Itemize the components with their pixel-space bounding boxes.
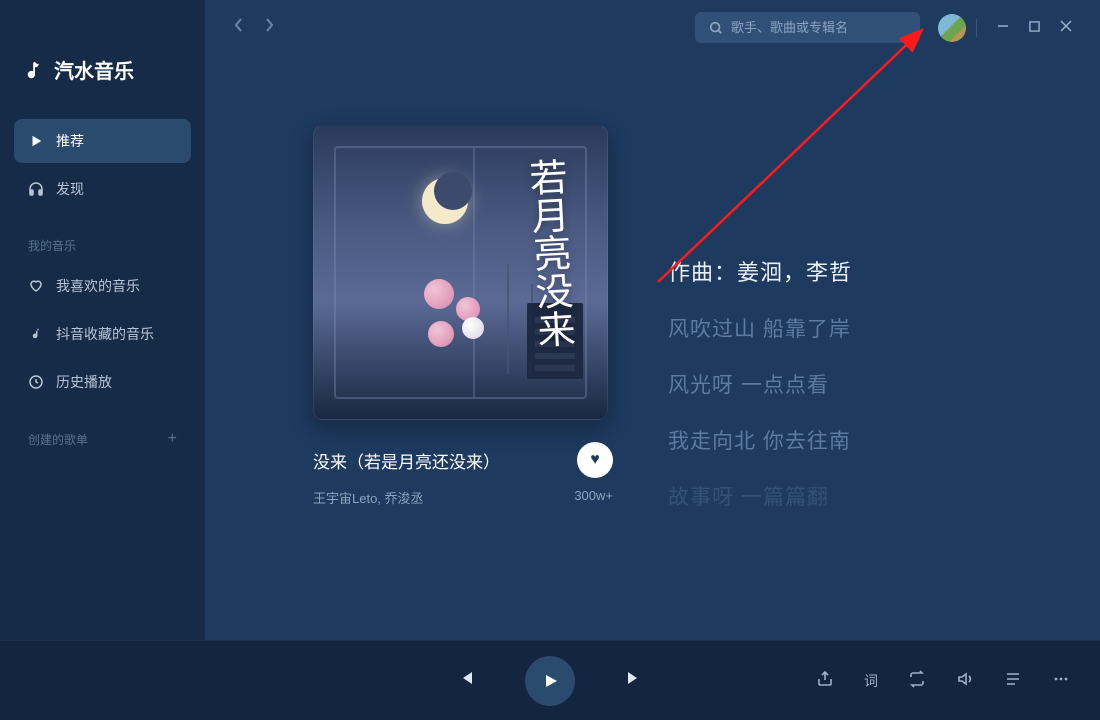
divider <box>976 19 977 37</box>
play-icon <box>28 133 44 149</box>
heart-icon <box>28 278 44 294</box>
main-content: 若月亮没来 没来（若是月亮还没来） ♥ 王宇宙Leto, 乔浚丞 300w+ 作… <box>205 55 1100 640</box>
play-button[interactable] <box>525 656 575 706</box>
avatar[interactable] <box>938 14 966 42</box>
next-button[interactable] <box>625 669 643 692</box>
note-icon <box>28 326 44 342</box>
sidebar-item-label: 抖音收藏的音乐 <box>56 324 154 344</box>
topbar <box>205 0 1100 55</box>
maximize-button[interactable] <box>1019 13 1050 43</box>
search-icon <box>709 21 723 35</box>
album-area: 若月亮没来 没来（若是月亮还没来） ♥ 王宇宙Leto, 乔浚丞 300w+ <box>313 125 613 640</box>
song-plays: 300w+ <box>574 488 613 507</box>
search-box[interactable] <box>695 12 920 43</box>
back-button[interactable] <box>233 17 245 38</box>
sidebar-item-label: 历史播放 <box>56 372 112 392</box>
lyrics-button[interactable]: 词 <box>864 671 878 691</box>
song-title: 没来（若是月亮还没来） <box>313 448 500 473</box>
lyric-line[interactable]: 风吹过山 船靠了岸 <box>668 313 852 343</box>
more-button[interactable] <box>1052 670 1070 691</box>
add-playlist-button[interactable]: + <box>168 430 177 448</box>
headphones-icon <box>28 181 44 197</box>
sidebar: 汽水音乐 推荐 发现 我的音乐 我喜欢的音乐 抖音收藏的音乐 历史播放 创建的歌… <box>0 0 205 640</box>
lyric-line[interactable]: 我走向北 你去往南 <box>668 425 852 455</box>
section-playlist-head: 创建的歌单 + <box>14 408 191 458</box>
section-mymusic-title: 我的音乐 <box>14 215 191 264</box>
app-name: 汽水音乐 <box>54 55 134 84</box>
lyric-line[interactable]: 风光呀 一点点看 <box>668 369 852 399</box>
song-artist[interactable]: 王宇宙Leto, 乔浚丞 <box>313 488 424 507</box>
forward-button[interactable] <box>263 17 275 38</box>
search-input[interactable] <box>731 20 907 35</box>
sidebar-item-label: 我喜欢的音乐 <box>56 276 140 296</box>
lyric-line[interactable]: 故事呀 一篇篇翻 <box>668 481 852 511</box>
queue-button[interactable] <box>1004 670 1022 691</box>
close-button[interactable] <box>1050 13 1082 43</box>
right-controls: 词 <box>816 670 1070 691</box>
prev-button[interactable] <box>457 669 475 692</box>
volume-button[interactable] <box>956 670 974 691</box>
playback-controls <box>457 656 643 706</box>
repeat-button[interactable] <box>908 670 926 691</box>
sidebar-item-label: 发现 <box>56 179 84 199</box>
song-meta: 王宇宙Leto, 乔浚丞 300w+ <box>313 488 613 507</box>
song-title-row: 没来（若是月亮还没来） ♥ <box>313 442 613 478</box>
share-button[interactable] <box>816 670 834 691</box>
sidebar-item-douyin[interactable]: 抖音收藏的音乐 <box>14 312 191 356</box>
sidebar-item-label: 推荐 <box>56 131 84 151</box>
sidebar-item-history[interactable]: 历史播放 <box>14 360 191 404</box>
nav-arrows <box>233 17 275 38</box>
lyrics-panel: 作曲：姜洄，李哲 风吹过山 船靠了岸 风光呀 一点点看 我走向北 你去往南 故事… <box>668 125 852 640</box>
heart-filled-icon: ♥ <box>590 451 600 469</box>
logo-icon <box>24 59 46 81</box>
clock-icon <box>28 374 44 390</box>
minimize-button[interactable] <box>987 13 1019 43</box>
app-logo: 汽水音乐 <box>14 0 191 119</box>
like-button[interactable]: ♥ <box>577 442 613 478</box>
sidebar-item-liked[interactable]: 我喜欢的音乐 <box>14 264 191 308</box>
lyric-line[interactable]: 作曲：姜洄，李哲 <box>668 255 852 287</box>
cover-calligraphy: 若月亮没来 <box>524 157 572 349</box>
sidebar-item-recommend[interactable]: 推荐 <box>14 119 191 163</box>
section-playlist-title: 创建的歌单 <box>28 431 88 448</box>
player-bar: 词 <box>0 640 1100 720</box>
album-cover[interactable]: 若月亮没来 <box>313 125 608 420</box>
sidebar-item-discover[interactable]: 发现 <box>14 167 191 211</box>
